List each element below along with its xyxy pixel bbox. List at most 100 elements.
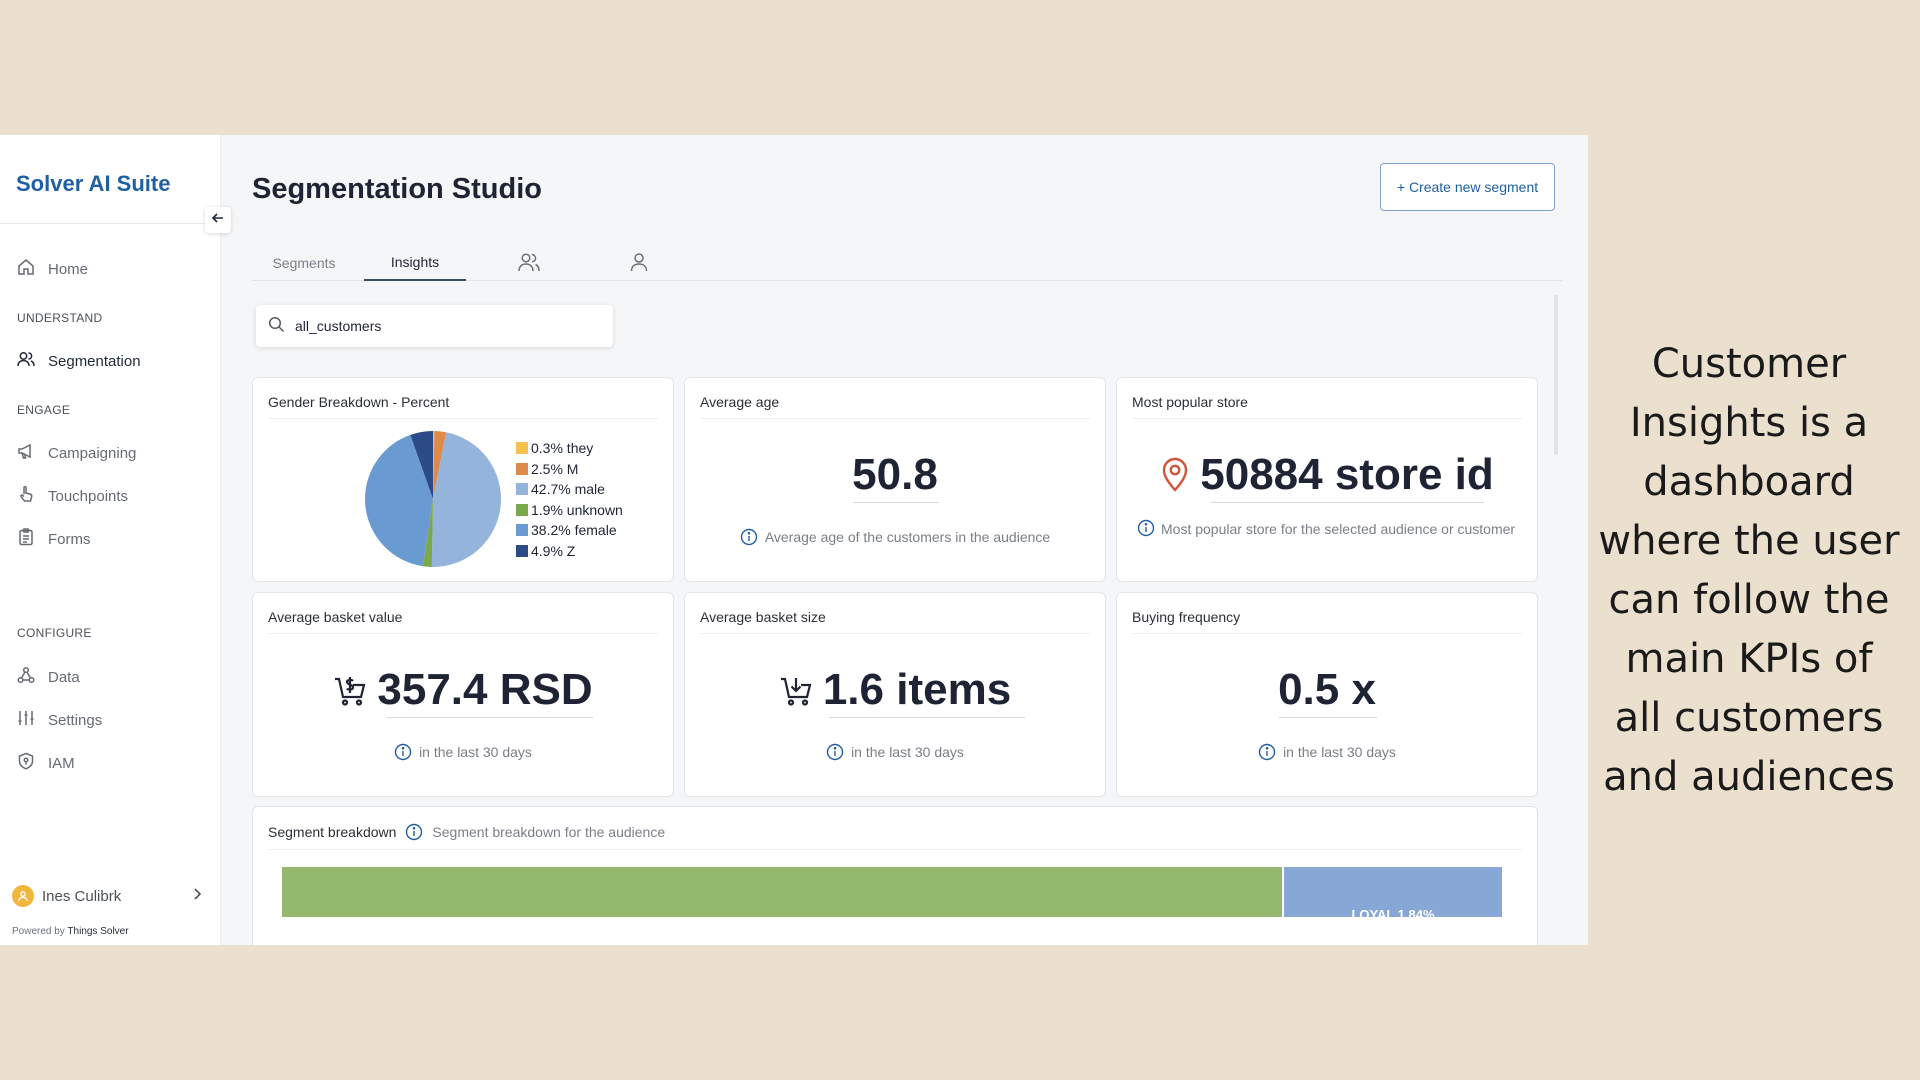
user-icon [629, 251, 649, 276]
info-icon [1258, 743, 1276, 761]
pie-slice-male[interactable] [431, 432, 501, 567]
gender-breakdown-card: Gender Breakdown - Percent 0.3% they 2.5… [252, 377, 674, 582]
card-title: Average age [700, 394, 780, 410]
powered-by-label: Powered by [12, 926, 65, 937]
sidebar-item-label: Settings [48, 711, 103, 729]
legend-item: 1.9% unknown [516, 500, 623, 521]
shield-icon [16, 751, 36, 775]
page-title: Segmentation Studio [252, 173, 542, 205]
location-pin-icon [1163, 457, 1188, 492]
kpi-note: in the last 30 days [685, 743, 1105, 761]
megaphone-icon [16, 441, 36, 465]
legend-label: 38.2% female [531, 522, 617, 538]
scrollbar[interactable] [1554, 295, 1558, 455]
legend-swatch [516, 442, 528, 455]
divider [1132, 633, 1522, 634]
gender-pie-chart [364, 431, 501, 567]
sidebar-item-touchpoints[interactable]: Touchpoints [16, 484, 128, 508]
tab-insights[interactable]: Insights [364, 245, 466, 281]
legend-swatch [516, 503, 528, 516]
segment-bar-loyal[interactable]: LOYAL 1.84% [1284, 867, 1502, 922]
card-title: Most popular store [1132, 394, 1248, 410]
info-icon [740, 528, 758, 546]
user-menu[interactable]: Ines Culibrk [12, 885, 202, 907]
kpi-underline [1279, 717, 1377, 718]
kpi-row: 1.6 items [685, 665, 1105, 715]
avatar [12, 885, 34, 907]
home-icon [16, 257, 36, 281]
kpi-note-text: Average age of the customers in the audi… [764, 529, 1051, 545]
chevron-right-icon [192, 887, 202, 905]
kpi-note-text: in the last 30 days [1283, 744, 1396, 760]
basket-size-card: Average basket size 1.6 items in the las… [684, 592, 1106, 797]
touch-icon [16, 484, 36, 508]
sidebar-item-forms[interactable]: Forms [16, 527, 91, 551]
sidebar-item-label: Segmentation [48, 352, 141, 370]
legend-swatch [516, 524, 528, 537]
users-icon [16, 349, 36, 373]
sidebar-item-label: Touchpoints [48, 487, 129, 505]
sidebar-item-label: IAM [48, 754, 75, 772]
kpi-note: in the last 30 days [1117, 743, 1537, 761]
legend-label: 1.9% unknown [531, 501, 623, 518]
legend-label: 0.3% they [531, 440, 594, 456]
segment-label: LOYAL 1.84% [1351, 907, 1435, 922]
kpi-value: 1.6 items [822, 665, 1012, 714]
tab-segments[interactable]: Segments [252, 245, 356, 281]
users-icon [517, 251, 541, 276]
kpi-value: 50.8 [852, 450, 938, 499]
kpi-value: 50884 store id [1200, 450, 1494, 499]
info-icon [394, 743, 412, 761]
divider [700, 418, 1090, 419]
cart-money-icon [335, 677, 366, 706]
kpi-note: Average age of the customers in the audi… [685, 528, 1105, 546]
legend-item: 4.9% Z [516, 541, 623, 562]
legend-item: 38.2% female [516, 520, 623, 541]
card-title: Segment breakdown [268, 824, 397, 840]
kpi-underline [1211, 502, 1484, 503]
sidebar-item-label: Home [48, 260, 89, 278]
card-title: Buying frequency [1132, 609, 1241, 625]
caption-text: Customer Insights is a dashboard where t… [1598, 341, 1900, 800]
kpi-underline [387, 717, 593, 718]
legend-swatch [516, 483, 528, 496]
sidebar-item-campaigning[interactable]: Campaigning [16, 441, 136, 465]
info-icon [1137, 519, 1155, 537]
sidebar-item-label: Campaigning [48, 444, 137, 462]
sidebar: Solver AI Suite Home UNDERSTAND Segmenta… [0, 135, 221, 945]
tab-audience[interactable] [502, 245, 556, 281]
card-title: Average basket value [268, 609, 403, 625]
card-subtitle: Segment breakdown for the audience [432, 824, 666, 840]
tab-customer[interactable] [612, 245, 666, 281]
kpi-note-text: Most popular store for the selected audi… [1161, 521, 1516, 537]
create-segment-button[interactable]: + Create new segment [1380, 163, 1555, 211]
buying-frequency-card: Buying frequency 0.5 x in the last 30 da… [1116, 592, 1538, 797]
sidebar-item-iam[interactable]: IAM [16, 751, 75, 775]
info-icon [406, 823, 423, 841]
sidebar-item-segmentation[interactable]: Segmentation [16, 349, 141, 373]
divider [268, 418, 658, 419]
segment-search-input[interactable]: all_customers [256, 305, 613, 347]
segment-bar[interactable] [282, 867, 1282, 917]
sidebar-item-settings[interactable]: Settings [16, 708, 102, 732]
legend-label: 2.5% M [531, 460, 579, 477]
collapse-sidebar-button[interactable] [205, 207, 231, 233]
sidebar-item-label: Data [48, 668, 80, 686]
sidebar-item-label: Forms [48, 530, 91, 548]
legend-item: 0.3% they [516, 438, 623, 459]
kpi-note-text: in the last 30 days [851, 744, 964, 760]
sidebar-item-data[interactable]: Data [16, 665, 80, 689]
brand-logo: Solver AI Suite [16, 171, 171, 196]
sidebar-item-home[interactable]: Home [16, 257, 88, 281]
legend-swatch [516, 462, 528, 475]
section-label-configure: CONFIGURE [17, 626, 92, 640]
divider [700, 633, 1090, 634]
divider [0, 223, 221, 224]
popular-store-card: Most popular store 50884 store id Most p… [1116, 377, 1538, 582]
average-age-card: Average age 50.8 Average age of the cust… [684, 377, 1106, 582]
kpi-note: Most popular store for the selected audi… [1137, 517, 1527, 542]
section-label-understand: UNDERSTAND [17, 311, 103, 325]
powered-by-link[interactable]: Things Solver [67, 926, 128, 937]
kpi-row: 357.4 RSD [253, 665, 673, 715]
kpi-value: 0.5 x [1278, 665, 1376, 714]
